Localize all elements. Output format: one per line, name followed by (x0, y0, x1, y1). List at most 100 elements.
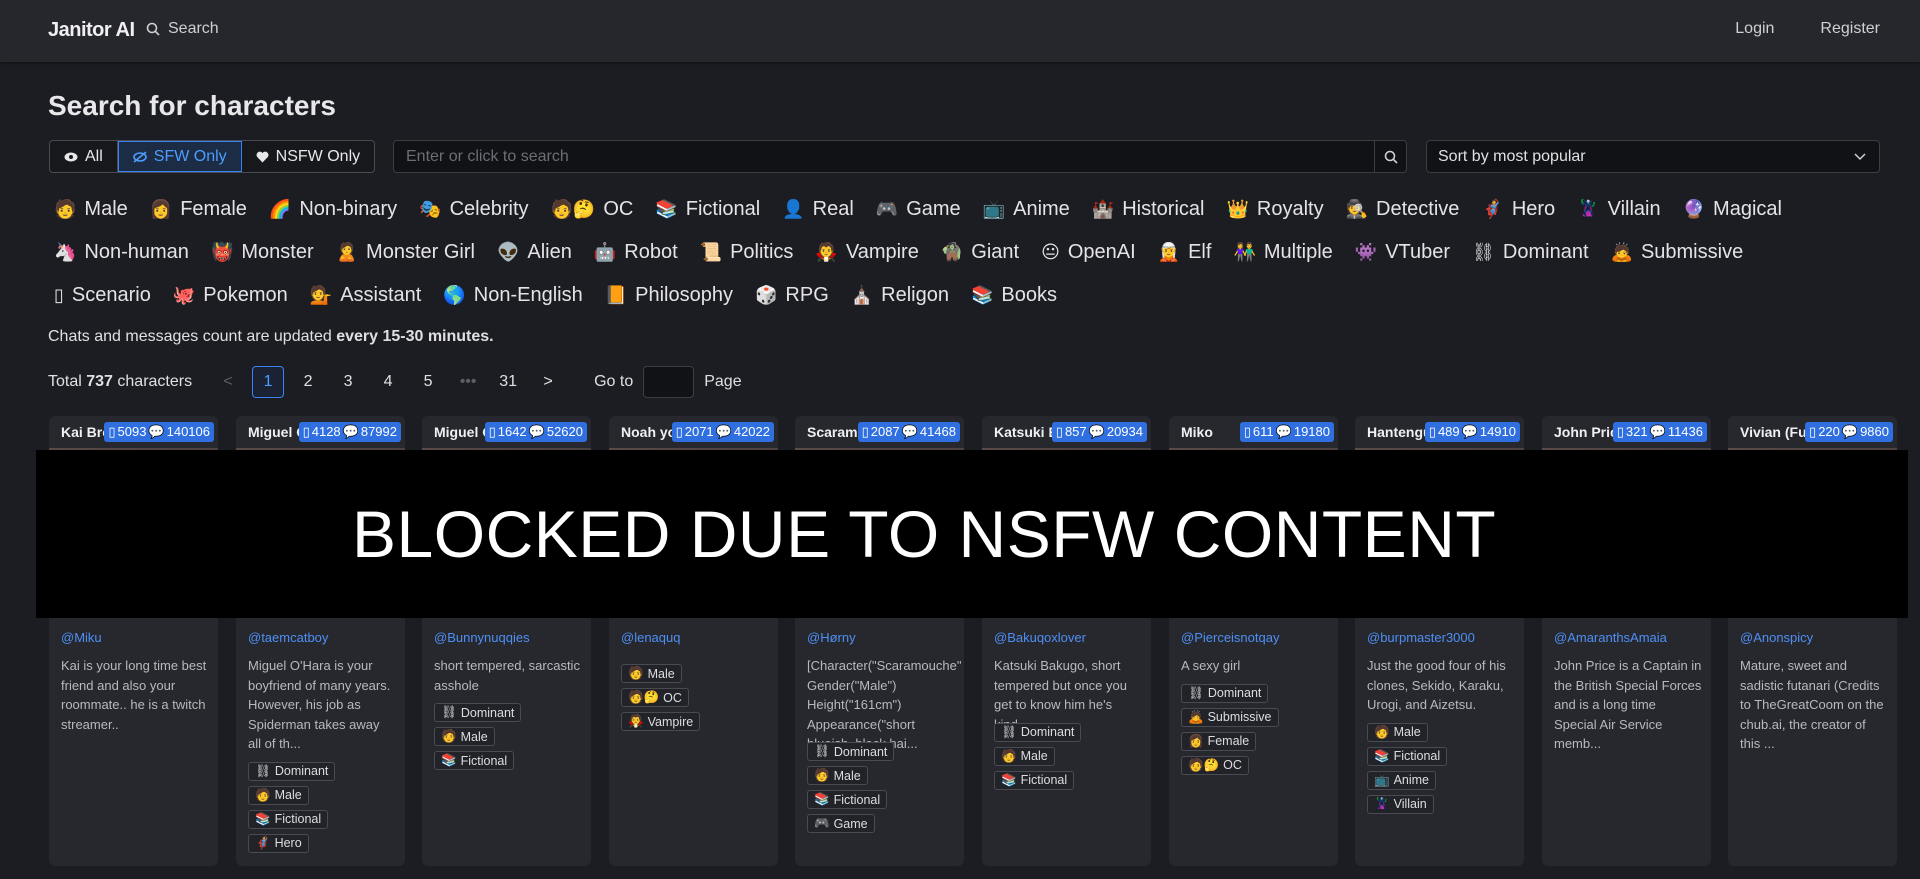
character-tag[interactable]: 📚 Fictional (807, 790, 888, 809)
character-tag[interactable]: 🧑 Male (994, 746, 1055, 766)
tag-female[interactable]: 👩 Female (150, 198, 247, 221)
creator-link[interactable]: @Anonspicy (1740, 630, 1813, 645)
tag-assistant[interactable]: 💁 Assistant (310, 284, 422, 307)
register-link[interactable]: Register (1820, 20, 1880, 38)
character-tag[interactable]: 🧛 Vampire (621, 712, 701, 731)
character-tag-label: Male (647, 666, 675, 681)
page-3-button[interactable]: 3 (332, 366, 364, 398)
character-tag[interactable]: 🦸 Hero (248, 833, 309, 853)
tag-icon: 🤖 (593, 242, 617, 262)
tag-religon[interactable]: ⛪ Religon (851, 284, 949, 307)
filter-sfw-button[interactable]: SFW Only (117, 141, 242, 172)
tag-submissive[interactable]: 🙇 Submissive (1611, 241, 1744, 264)
page-5-button[interactable]: 5 (412, 366, 444, 398)
character-tag-icon: 👩 (1188, 733, 1204, 748)
creator-link[interactable]: @Bunnynuqqies (434, 630, 530, 645)
creator-link[interactable]: @Miku (61, 630, 102, 645)
creator-link[interactable]: @taemcatboy (248, 630, 328, 645)
character-tag[interactable]: 🦹 Villain (1367, 794, 1434, 814)
character-tag-label: Male (274, 788, 302, 802)
top-search-link[interactable]: Search (146, 20, 219, 38)
character-tag[interactable]: 🧑 Male (434, 727, 495, 746)
character-tag[interactable]: 📚 Fictional (248, 809, 329, 829)
tag-alien[interactable]: 👽 Alien (497, 241, 572, 264)
tag-non-binary[interactable]: 🌈 Non-binary (269, 198, 397, 221)
character-tag[interactable]: 🙇 Submissive (1181, 707, 1279, 727)
creator-link[interactable]: @lenaquq (621, 630, 680, 645)
tag-dominant[interactable]: ⛓ Dominant (1472, 241, 1588, 264)
tag-label: Celebrity (449, 198, 529, 220)
sort-select[interactable]: Sort by most popular (1426, 140, 1880, 173)
login-link[interactable]: Login (1735, 20, 1774, 38)
page-1-button[interactable]: 1 (252, 366, 285, 398)
tag-real[interactable]: 👤 Real (782, 198, 854, 221)
tag-label: Philosophy (635, 284, 733, 306)
tag-game[interactable]: 🎮 Game (876, 198, 961, 221)
creator-link[interactable]: @Hørny (807, 630, 856, 645)
tag-monster-girl[interactable]: 🙎 Monster Girl (336, 241, 475, 264)
character-tag[interactable]: ⛓ Dominant (434, 703, 522, 722)
tag-multiple[interactable]: 👫 Multiple (1233, 241, 1332, 264)
message-count: 42022 (733, 424, 770, 439)
character-tag[interactable]: 📚 Fictional (994, 770, 1075, 790)
tag-anime[interactable]: 📺 Anime (983, 198, 1070, 221)
tag-non-human[interactable]: 🦄 Non-human (54, 241, 189, 264)
creator-link[interactable]: @Pierceisnotqay (1181, 630, 1279, 645)
character-tag[interactable]: ⛓ Dominant (807, 742, 895, 761)
tag-non-english[interactable]: 🌎 Non-English (443, 284, 582, 307)
character-tag[interactable]: ⛓ Dominant (994, 722, 1082, 742)
tag-hero[interactable]: 🦸 Hero (1481, 198, 1555, 221)
tag-royalty[interactable]: 👑 Royalty (1226, 198, 1323, 221)
creator-link[interactable]: @Bakuqoxlover (994, 630, 1086, 645)
tag-detective[interactable]: 🕵 Detective (1346, 198, 1460, 221)
tag-vtuber[interactable]: 👾 VTuber (1355, 241, 1450, 264)
creator-link[interactable]: @AmaranthsAmaia (1554, 630, 1667, 645)
character-tag[interactable]: 🧑 Male (1367, 722, 1428, 742)
page-last-button[interactable]: 31 (492, 366, 524, 398)
tag-monster[interactable]: 👹 Monster (211, 241, 314, 264)
tag-politics[interactable]: 📜 Politics (700, 241, 794, 264)
pagination-ellipsis[interactable]: ••• (452, 366, 484, 398)
page-4-button[interactable]: 4 (372, 366, 404, 398)
page-2-button[interactable]: 2 (292, 366, 324, 398)
prev-page-button[interactable]: < (212, 366, 244, 398)
logo[interactable]: Janitor AI (48, 19, 135, 42)
tag-giant[interactable]: 🧌 Giant (941, 241, 1019, 264)
tag-historical[interactable]: 🏰 Historical (1092, 198, 1205, 221)
tag-male[interactable]: 🧑 Male (54, 198, 128, 221)
character-tag[interactable]: 🧑🤔 OC (1181, 755, 1249, 775)
tag-elf[interactable]: 🧝 Elf (1158, 241, 1212, 264)
character-tag[interactable]: ⛓ Dominant (248, 761, 336, 781)
tag-robot[interactable]: 🤖 Robot (594, 241, 678, 264)
tag-celebrity[interactable]: 🎭 Celebrity (419, 198, 528, 221)
tag-books[interactable]: 📚 Books (971, 284, 1057, 307)
tag-icon: 😐 (1041, 242, 1060, 262)
character-tag[interactable]: 🧑🤔 OC (621, 688, 689, 707)
character-tag[interactable]: 🧑 Male (807, 766, 868, 785)
tag-fictional[interactable]: 📚 Fictional (655, 198, 760, 221)
tag-scenario[interactable]: ▯ Scenario (54, 284, 151, 307)
next-page-button[interactable]: > (532, 366, 564, 398)
character-tag[interactable]: 📚 Fictional (434, 751, 515, 770)
tag-openai[interactable]: 😐 OpenAI (1041, 241, 1136, 264)
goto-page-input[interactable] (643, 366, 695, 398)
character-tag[interactable]: ⛓ Dominant (1181, 683, 1269, 703)
character-tag[interactable]: 🧑 Male (621, 664, 682, 683)
tag-vampire[interactable]: 🧛 Vampire (815, 241, 918, 264)
search-input[interactable] (394, 141, 1374, 172)
creator-link[interactable]: @burpmaster3000 (1367, 630, 1475, 645)
tag-rpg[interactable]: 🎲 RPG (755, 284, 829, 307)
tag-magical[interactable]: 🔮 Magical (1683, 198, 1782, 221)
character-tag[interactable]: 📺 Anime (1367, 770, 1437, 790)
filter-all-button[interactable]: All (50, 141, 118, 172)
tag-villain[interactable]: 🦹 Villain (1577, 198, 1660, 221)
character-tag[interactable]: 🧑 Male (248, 785, 309, 805)
filter-nsfw-button[interactable]: NSFW Only (242, 141, 374, 172)
tag-philosophy[interactable]: 📙 Philosophy (605, 284, 733, 307)
character-tag[interactable]: 🎮 Game (807, 814, 875, 833)
search-submit-button[interactable] (1374, 141, 1406, 172)
character-tag[interactable]: 👩 Female (1181, 731, 1257, 751)
tag-oc[interactable]: 🧑🤔 OC (551, 198, 634, 221)
character-tag[interactable]: 📚 Fictional (1367, 746, 1448, 766)
tag-pokemon[interactable]: 🐙 Pokemon (173, 284, 288, 307)
